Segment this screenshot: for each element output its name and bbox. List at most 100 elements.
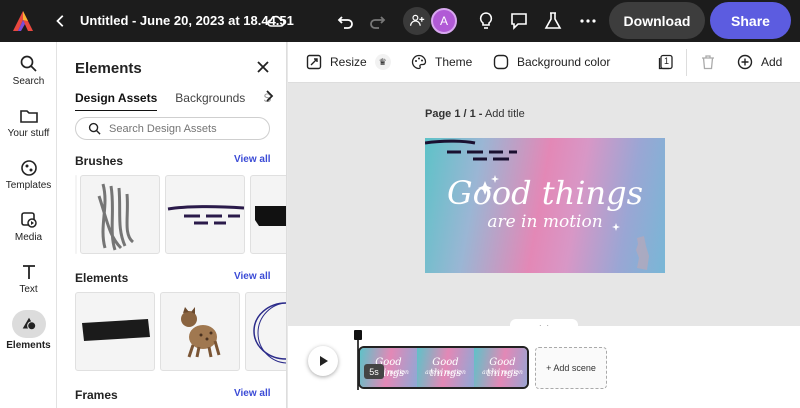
resize-icon — [306, 54, 322, 70]
folder-icon — [19, 110, 38, 123]
add-button[interactable]: Add — [737, 54, 782, 70]
redo-icon[interactable] — [365, 9, 389, 33]
undo-icon[interactable] — [334, 9, 358, 33]
search-field[interactable] — [75, 117, 270, 140]
play-icon — [320, 356, 328, 366]
tape-graphic — [82, 319, 150, 341]
comment-icon[interactable] — [507, 9, 531, 33]
elements-heading: Elements — [75, 271, 129, 285]
background-color-label: Background color — [517, 55, 611, 69]
brush-stroke-dashes — [167, 205, 244, 225]
rail-item-templates[interactable]: Templates — [0, 150, 57, 200]
duration-badge[interactable]: 5s — [364, 364, 384, 379]
panel-title: Elements — [75, 60, 142, 77]
rail-item-your-stuff[interactable]: Your stuff — [0, 98, 57, 148]
rail-label: Your stuff — [7, 128, 50, 139]
download-button[interactable]: Download — [609, 2, 705, 39]
tab-backgrounds[interactable]: Backgrounds — [175, 91, 245, 110]
brush-thumb-1[interactable] — [80, 175, 160, 254]
scene-frame: Good things are in motion — [474, 348, 527, 387]
left-rail: Search Your stuff Templates Media Text E… — [0, 42, 57, 408]
frame-subline: are in motion — [482, 369, 523, 376]
hyena-graphic — [181, 307, 221, 358]
search-input[interactable] — [109, 122, 259, 135]
media-icon — [20, 212, 37, 228]
rail-label: Templates — [5, 180, 52, 191]
active-pill — [11, 310, 46, 338]
elements-view-all-link[interactable]: View all — [234, 271, 271, 282]
brush-thumb-2[interactable] — [165, 175, 245, 254]
templates-icon — [20, 160, 37, 176]
element-thumb-hyena[interactable] — [160, 292, 240, 371]
background-color-swatch-icon — [493, 54, 509, 70]
add-label: Add — [761, 55, 783, 69]
top-bar: Untitled - June 20, 2023 at 18.44.51 A D… — [0, 0, 800, 42]
frames-heading: Frames — [75, 388, 118, 402]
page-count-button[interactable]: 1 — [658, 54, 674, 70]
theme-button[interactable]: Theme — [411, 54, 472, 70]
frames-view-all-link[interactable]: View all — [234, 388, 271, 399]
rail-label: Elements — [6, 340, 51, 351]
element-thumb-tape[interactable] — [75, 292, 155, 371]
theme-label: Theme — [435, 55, 473, 69]
rail-item-elements[interactable]: Elements — [0, 306, 57, 356]
document-title[interactable]: Untitled - June 20, 2023 at 18.44.51 — [80, 13, 294, 28]
page-number: Page 1 / 1 - — [425, 108, 483, 120]
flask-icon[interactable] — [541, 9, 565, 33]
canvas-toolbar: Resize ♛ Theme Background color 1 Add — [288, 42, 800, 83]
rail-item-text[interactable]: Text — [0, 254, 57, 304]
canvas-area: Page 1 / 1 - Add title Good things are i… — [288, 83, 800, 337]
search-icon — [20, 55, 37, 72]
search-icon — [88, 122, 101, 135]
rail-item-media[interactable]: Media — [0, 202, 57, 252]
artboard-headline[interactable]: Good things — [425, 174, 665, 212]
elements-panel: Elements Design AssetsBackgroundsSh Brus… — [57, 42, 287, 408]
tab-design-assets[interactable]: Design Assets — [75, 91, 158, 111]
palette-icon — [411, 54, 427, 70]
invite-user-icon[interactable] — [403, 7, 431, 35]
panel-tabs: Design AssetsBackgroundsSh — [75, 89, 271, 111]
timeline: Good things are in motion Good things ar… — [288, 326, 800, 408]
add-scene-button[interactable]: + Add scene — [535, 347, 607, 389]
resize-label: Resize — [330, 55, 367, 69]
brushes-view-all-link[interactable]: View all — [234, 154, 271, 165]
brush-stroke-scribble — [97, 183, 135, 251]
avatar[interactable]: A — [431, 8, 457, 34]
close-icon[interactable] — [255, 59, 271, 75]
page-label: Page 1 / 1 - Add title — [425, 108, 525, 120]
frame-subline: are in motion — [425, 369, 466, 376]
scene-frame: Good things are in motion — [417, 348, 474, 387]
share-button[interactable]: Share — [710, 2, 791, 39]
artboard-subline[interactable]: are in motion — [425, 212, 665, 232]
delete-button[interactable] — [700, 54, 724, 70]
more-icon[interactable] — [576, 9, 600, 33]
chevron-right-icon[interactable] — [262, 88, 276, 104]
rail-label: Media — [14, 232, 43, 243]
rail-item-search[interactable]: Search — [0, 46, 57, 96]
background-color-button[interactable]: Background color — [493, 54, 610, 70]
artboard[interactable]: Good things are in motion — [425, 138, 665, 273]
trash-icon — [702, 55, 714, 70]
scene-clip[interactable]: Good things are in motion Good things ar… — [358, 346, 529, 389]
lightbulb-icon[interactable] — [474, 9, 498, 33]
resize-button[interactable]: Resize ♛ — [306, 54, 391, 70]
elements-icon — [22, 317, 36, 331]
play-button[interactable] — [308, 346, 338, 376]
cloud-sync-icon[interactable] — [264, 9, 288, 33]
element-thumb-scribble-circle[interactable] — [245, 292, 286, 371]
add-title-link[interactable]: Add title — [485, 108, 525, 120]
brush-stroke-block — [255, 206, 286, 226]
text-icon — [22, 265, 35, 279]
brushes-heading: Brushes — [75, 154, 124, 168]
back-arrow-icon[interactable] — [54, 11, 68, 31]
rail-label: Search — [12, 76, 45, 87]
premium-crown-icon: ♛ — [374, 54, 391, 70]
brush-thumb-partial[interactable] — [75, 175, 77, 254]
add-circle-icon — [737, 54, 753, 70]
adobe-express-logo-icon[interactable] — [12, 10, 34, 32]
app-root: Untitled - June 20, 2023 at 18.44.51 A D… — [0, 0, 800, 408]
brush-thumb-3[interactable] — [250, 175, 286, 254]
circle-scribble-graphic — [253, 302, 286, 364]
rail-label: Text — [19, 284, 38, 295]
toolbar-divider — [686, 49, 687, 76]
